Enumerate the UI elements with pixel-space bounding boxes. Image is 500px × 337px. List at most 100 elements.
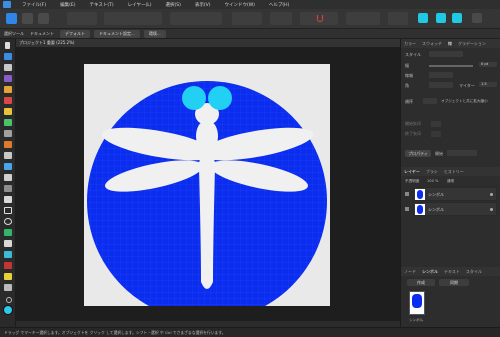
boolean-group[interactable] <box>388 12 408 25</box>
gradient-tool-icon[interactable] <box>4 119 12 126</box>
layer-thumbnail <box>415 204 425 215</box>
opacity-label: 不透明度 <box>405 179 420 183</box>
geometry-group[interactable] <box>232 12 262 25</box>
view-tool-icon[interactable] <box>4 185 12 192</box>
node-tool-icon[interactable] <box>4 53 12 60</box>
tab-text-styles[interactable]: テキスト <box>441 269 463 275</box>
arrow-end-select[interactable] <box>431 131 441 137</box>
miter-field[interactable]: 1.5 <box>479 82 497 87</box>
persona-export-icon[interactable] <box>38 13 49 24</box>
document-tab[interactable]: プロジェクト1 重要 (225.2%) <box>16 39 400 47</box>
right-panel: カラー スウォッチ 線 グラデーション スタイル 幅 0 pt 線端 角 マイタ… <box>400 39 500 327</box>
crop-tool-icon[interactable] <box>4 152 12 159</box>
menu-select[interactable]: 選択(S) <box>158 2 187 8</box>
preferences-button[interactable]: 環境... <box>143 29 166 38</box>
zoom-tool-icon[interactable] <box>4 174 12 181</box>
tab-swatches[interactable]: スウォッチ <box>419 41 445 47</box>
arrange-group[interactable] <box>346 12 380 25</box>
snapping-group[interactable] <box>170 12 222 25</box>
tab-history[interactable]: ヒストリー <box>441 169 467 175</box>
slice-tool-icon[interactable] <box>4 163 12 170</box>
fill-swatch[interactable] <box>3 305 13 315</box>
app-window: ファイル(F) 編集(E) テキスト(T) レイヤー(L) 選択(S) 表示(V… <box>0 0 500 337</box>
tab-stroke[interactable]: 線 <box>445 41 455 47</box>
sync-symbol-button[interactable]: 同期 <box>439 279 469 286</box>
color-picker-tool-icon[interactable] <box>4 273 12 280</box>
snap-magnet-icon[interactable] <box>317 15 323 22</box>
tab-gradient[interactable]: グラデーション <box>455 41 489 47</box>
pencil-tool-icon[interactable] <box>4 86 12 93</box>
stroke-style-label: スタイル <box>405 52 421 57</box>
transparency-tool-icon[interactable] <box>4 130 12 137</box>
stroke-style-buttons[interactable] <box>429 51 463 57</box>
cap-buttons[interactable] <box>429 72 453 78</box>
layer-row[interactable]: シンボル <box>413 202 497 216</box>
shape-tool-icon[interactable] <box>4 229 12 236</box>
assistant-icon-2[interactable] <box>436 13 446 23</box>
insert-group[interactable] <box>300 12 338 25</box>
assistant-icon-1[interactable] <box>418 13 428 23</box>
miter-label: マイター <box>459 83 475 88</box>
unit-select[interactable]: デフォルト <box>60 29 90 38</box>
erase-tool-icon[interactable] <box>4 262 12 269</box>
stroke-swatch[interactable] <box>6 297 12 303</box>
place-image-tool-icon[interactable] <box>4 141 12 148</box>
tab-brushes[interactable]: ブラシ <box>423 169 441 175</box>
tab-layers[interactable]: レイヤー <box>401 169 423 175</box>
context-unit-label: ドキュメント <box>30 30 54 36</box>
star-tool-icon[interactable] <box>4 240 12 247</box>
ellipse-tool-icon[interactable] <box>4 218 12 225</box>
layer-row[interactable]: シンボル <box>413 187 497 201</box>
layer-name: シンボル <box>428 192 444 197</box>
paint-brush-tool-icon[interactable] <box>4 251 12 258</box>
pen-tool-icon[interactable] <box>4 75 12 82</box>
order-buttons[interactable] <box>423 98 437 104</box>
menu-bar: ファイル(F) 編集(E) テキスト(T) レイヤー(L) 選択(S) 表示(V… <box>0 0 500 9</box>
document-settings-button[interactable]: ドキュメント設定... <box>94 29 140 38</box>
menu-help[interactable]: ヘルプ(H) <box>262 2 296 8</box>
arrow-start-select[interactable] <box>431 121 441 127</box>
move-tool-icon[interactable] <box>5 42 10 49</box>
flip-group[interactable] <box>270 12 292 25</box>
pressure-curve-field[interactable] <box>447 150 477 156</box>
pressure-properties-button[interactable]: プロパティ <box>405 150 431 157</box>
menu-view[interactable]: 表示(V) <box>188 2 218 8</box>
menu-text[interactable]: テキスト(T) <box>82 2 120 8</box>
tab-symbols[interactable]: シンボル <box>419 269 441 275</box>
menu-edit[interactable]: 編集(E) <box>53 2 82 8</box>
rectangle-tool-icon[interactable] <box>4 207 12 214</box>
corner-tool-icon[interactable] <box>4 64 12 71</box>
tab-color[interactable]: カラー <box>401 41 419 47</box>
hand-tool-icon[interactable] <box>4 284 12 291</box>
stroke-width-field[interactable]: 0 pt <box>479 62 497 67</box>
symbol-thumbnail[interactable] <box>409 291 425 315</box>
abdomen <box>199 168 215 289</box>
tab-nodes[interactable]: ノード <box>401 269 419 275</box>
tab-styles[interactable]: スタイル <box>463 269 485 275</box>
persona-designer-icon[interactable] <box>6 13 17 24</box>
scale-with-object-label[interactable]: オブジェクトと共に拡大縮小 <box>441 99 488 104</box>
menu-window[interactable]: ウインドウ(W) <box>217 2 261 8</box>
layer-expand-icon[interactable] <box>405 192 409 196</box>
join-buttons[interactable] <box>429 82 453 88</box>
settings-icon[interactable] <box>472 13 482 23</box>
artistic-text-tool-icon[interactable] <box>4 196 12 203</box>
blend-mode-select[interactable]: 通常 <box>447 179 454 184</box>
arrow-start-label: 開始矢印 <box>405 121 421 126</box>
menu-layer[interactable]: レイヤー(L) <box>121 2 159 8</box>
view-mode-group[interactable] <box>104 12 162 25</box>
persona-pixel-icon[interactable] <box>22 13 33 24</box>
layer-visibility-icon[interactable] <box>490 193 493 196</box>
layer-visibility-icon[interactable] <box>490 208 493 211</box>
opacity-value[interactable]: 100 % <box>427 179 438 183</box>
assistant-icon-3[interactable] <box>452 13 462 23</box>
create-symbol-button[interactable]: 作成 <box>407 279 435 286</box>
artboard[interactable] <box>84 64 330 321</box>
vector-brush-tool-icon[interactable] <box>4 97 12 104</box>
tools-panel <box>0 39 16 337</box>
layer-thumbnail <box>415 189 425 200</box>
fill-tool-icon[interactable] <box>4 108 12 115</box>
document-tools-group[interactable] <box>67 12 97 25</box>
stroke-width-slider[interactable] <box>429 65 473 67</box>
layer-expand-icon[interactable] <box>405 207 409 211</box>
